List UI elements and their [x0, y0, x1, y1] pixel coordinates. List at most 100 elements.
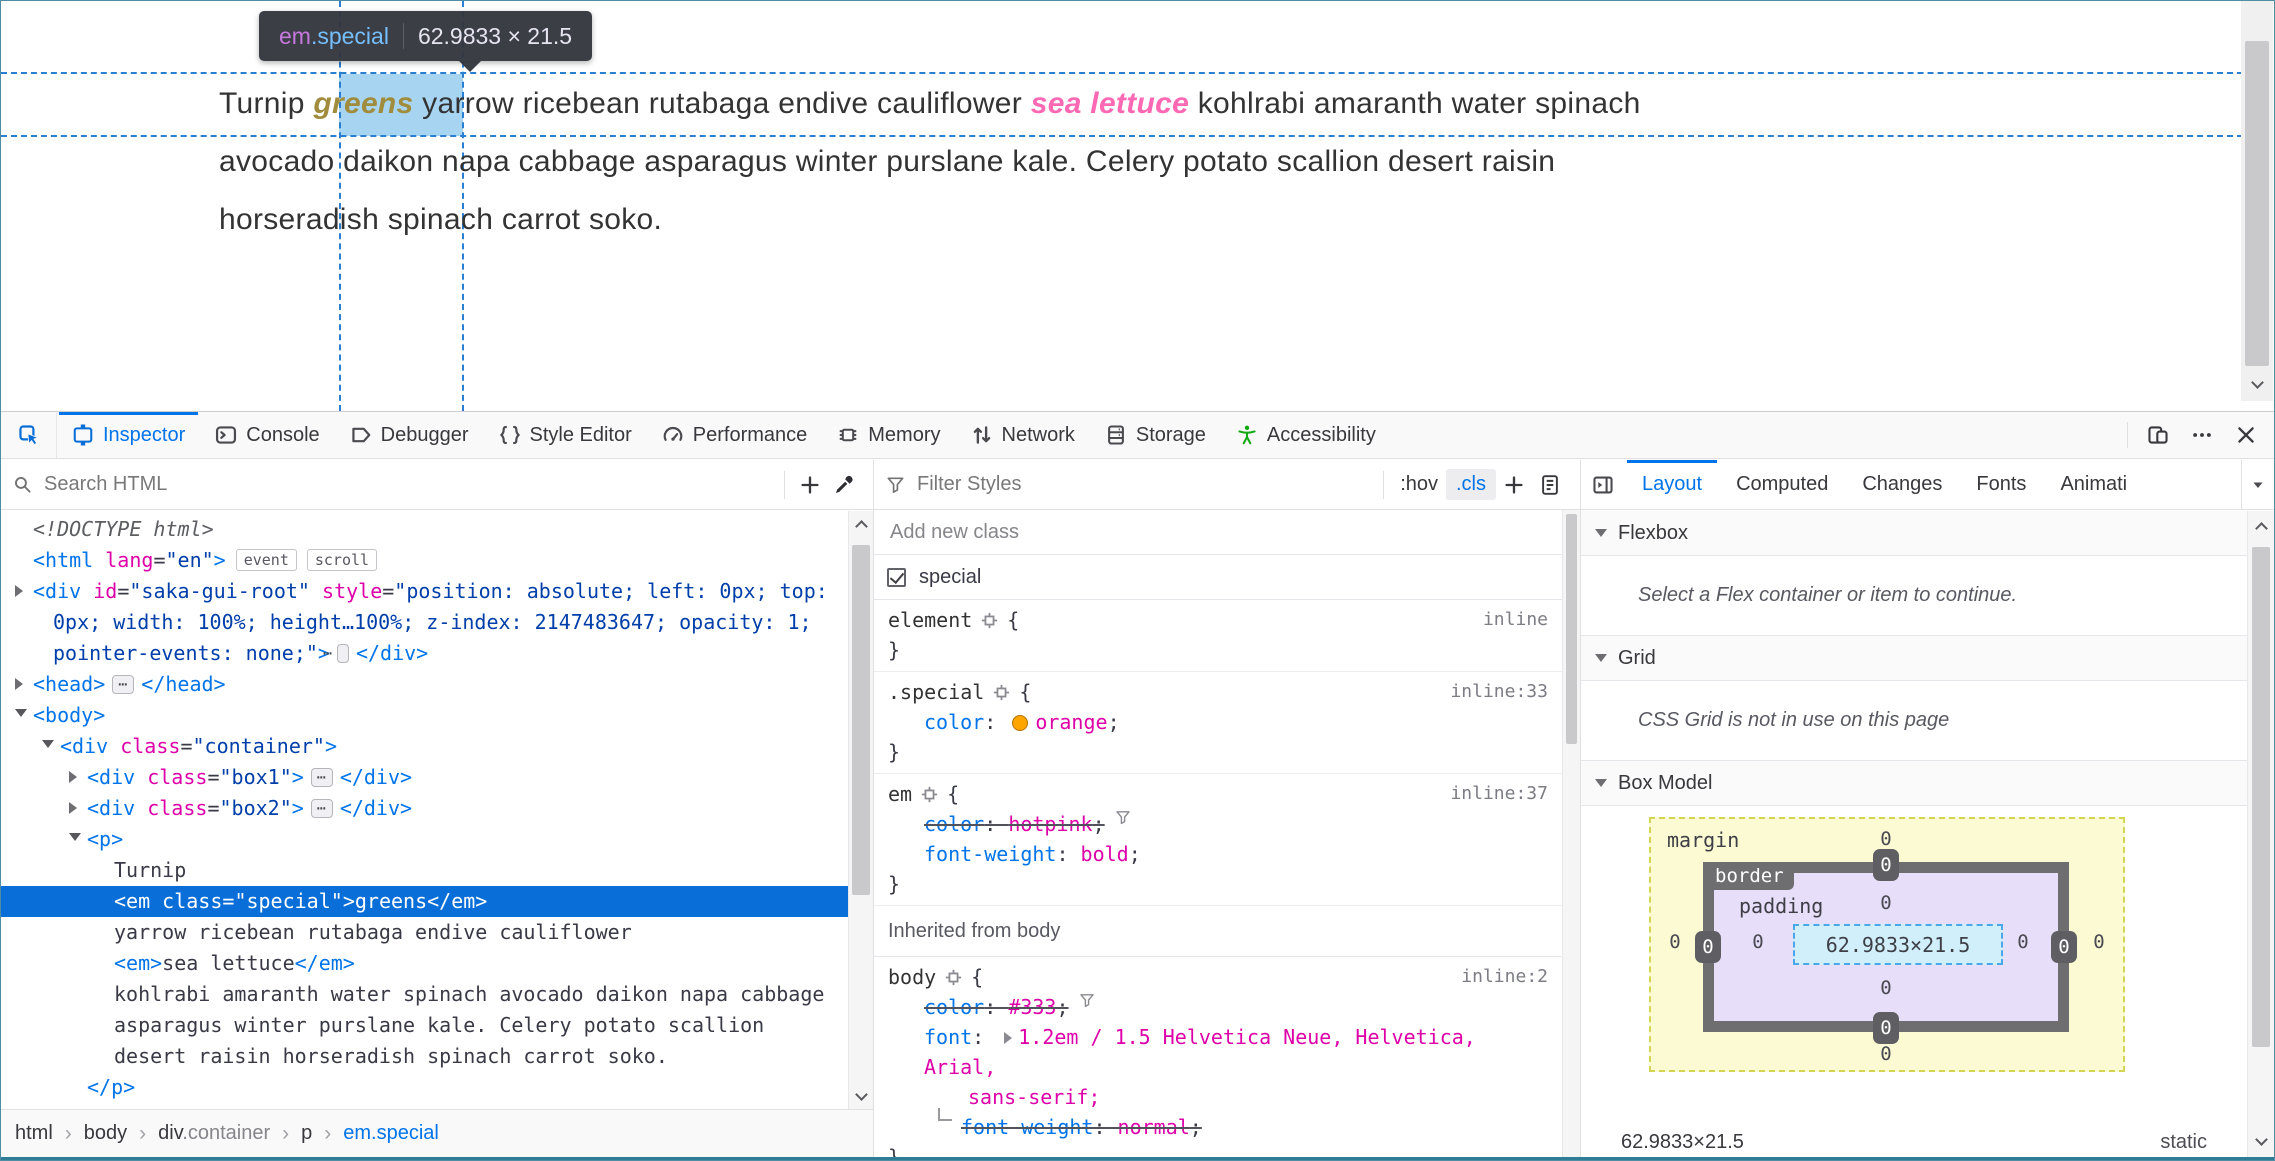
selector-highlighter-icon[interactable] [980, 611, 999, 630]
markup-row[interactable]: <div class="box2"> ⋯ </div> [1, 793, 849, 824]
sidebar-tab-computed[interactable]: Computed [1719, 460, 1845, 509]
page-scrollbar[interactable] [2241, 1, 2273, 401]
collapse-arrow-icon[interactable] [42, 740, 54, 748]
margin-bottom-value[interactable]: 0 [1874, 1043, 1898, 1065]
filter-styles-input[interactable] [915, 472, 1376, 497]
padding-right-value[interactable]: 0 [2011, 931, 2035, 953]
padding-bottom-value[interactable]: 0 [1874, 977, 1898, 999]
sidebar-tab-changes[interactable]: Changes [1845, 460, 1959, 509]
tab-network[interactable]: Network [956, 412, 1090, 458]
markup-scrollbar-thumb[interactable] [852, 545, 870, 895]
collapsed-children-ellipsis[interactable]: ⋯ [323, 644, 349, 663]
border-left-value[interactable]: 0 [1695, 931, 1721, 963]
css-declaration[interactable]: color: hotpink; [874, 809, 1562, 839]
toggle-pseudo-classes-button[interactable]: :hov [1392, 469, 1446, 500]
meatball-menu-icon[interactable] [2182, 415, 2222, 455]
overridden-filter-icon[interactable] [1115, 809, 1131, 825]
padding-left-value[interactable]: 0 [1746, 931, 1770, 953]
markup-row[interactable]: <div id="saka-gui-root" style="position:… [1, 576, 849, 669]
expand-arrow-icon[interactable] [15, 585, 23, 597]
section-header-flexbox[interactable]: Flexbox [1581, 511, 2247, 556]
event-badge[interactable]: scroll [306, 549, 378, 571]
markup-row[interactable]: <p> [1, 824, 849, 855]
rule-source-link[interactable]: inline:37 [1450, 779, 1548, 809]
collapsed-children-ellipsis[interactable]: ⋯ [310, 799, 333, 818]
markup-row[interactable]: </p> [1, 1072, 849, 1103]
sidebar-tab-layout[interactable]: Layout [1625, 460, 1719, 509]
rules-scrollbar-thumb[interactable] [1566, 514, 1577, 744]
overridden-filter-icon[interactable] [1079, 992, 1095, 1008]
sidebar-tab-animati[interactable]: Animati [2043, 460, 2144, 509]
markup-row[interactable]: <body> [1, 700, 849, 731]
markup-scrollbar[interactable] [848, 511, 873, 1109]
css-declaration[interactable]: color: #333; [874, 992, 1562, 1022]
add-rule-button[interactable] [1496, 467, 1532, 503]
markup-row[interactable]: <div class="box1"> ⋯ </div> [1, 762, 849, 793]
markup-row[interactable]: <div class="container"> [1, 731, 849, 762]
markup-row[interactable]: <html lang="en"> event scroll [1, 545, 849, 576]
css-declaration[interactable]: font-weight: normal; [874, 1108, 1562, 1142]
rule-selector-line[interactable]: body {inline:2 [874, 962, 1562, 992]
layout-scrollbar-thumb[interactable] [2252, 547, 2270, 1047]
breadcrumb-item-div[interactable]: div.container [158, 1122, 270, 1145]
expand-arrow-icon[interactable] [15, 678, 23, 690]
page-scrollbar-thumb[interactable] [2245, 41, 2269, 366]
rule-selector-line[interactable]: .special {inline:33 [874, 677, 1562, 707]
selector-highlighter-icon[interactable] [992, 683, 1011, 702]
markup-row[interactable]: kohlrabi amaranth water spinach avocado … [1, 979, 849, 1072]
markup-row[interactable]: yarrow ricebean rutabaga endive cauliflo… [1, 917, 849, 948]
tab-style-editor[interactable]: Style Editor [484, 412, 647, 458]
border-right-value[interactable]: 0 [2051, 931, 2077, 963]
padding-top-value[interactable]: 0 [1874, 892, 1898, 914]
tab-storage[interactable]: Storage [1090, 412, 1221, 458]
markup-row[interactable]: <head> ⋯ </head> [1, 669, 849, 700]
sidebar-tab-fonts[interactable]: Fonts [1959, 460, 2043, 509]
section-header-grid[interactable]: Grid [1581, 636, 2247, 681]
collapsed-children-ellipsis[interactable]: ⋯ [310, 768, 333, 787]
selector-highlighter-icon[interactable] [920, 785, 939, 804]
markup-scrollbar-up-button[interactable] [849, 513, 873, 539]
css-declaration[interactable]: font: 1.2em / 1.5 Helvetica Neue, Helvet… [874, 1022, 1562, 1112]
sidebar-toggle-icon[interactable] [1581, 460, 1625, 509]
class-checkbox[interactable] [887, 567, 906, 587]
breadcrumb-item-body[interactable]: body [84, 1122, 127, 1145]
collapse-arrow-icon[interactable] [15, 709, 27, 717]
tab-memory[interactable]: Memory [822, 412, 955, 458]
layout-scrollbar-up-button[interactable] [2248, 515, 2274, 541]
add-new-class-input[interactable] [888, 520, 1548, 545]
border-top-value[interactable]: 0 [1873, 849, 1899, 881]
tab-console[interactable]: Console [200, 412, 334, 458]
selector-highlighter-icon[interactable] [944, 968, 963, 987]
markup-row[interactable]: <em class="special">greens</em> [1, 886, 849, 917]
breadcrumb-item-html[interactable]: html [15, 1122, 53, 1145]
toggle-classes-button[interactable]: .cls [1446, 469, 1496, 500]
tab-inspector[interactable]: Inspector [57, 412, 200, 458]
margin-left-value[interactable]: 0 [1663, 931, 1687, 953]
section-header-box-model[interactable]: Box Model [1581, 761, 2247, 806]
close-devtools-icon[interactable] [2226, 415, 2266, 455]
tab-accessibility[interactable]: Accessibility [1221, 412, 1391, 458]
css-declaration[interactable]: color: orange; [874, 707, 1562, 737]
markup-row[interactable]: Turnip [1, 855, 849, 886]
markup-row[interactable]: <!DOCTYPE html> [1, 514, 849, 545]
event-badge[interactable]: event [235, 549, 297, 571]
add-node-button[interactable] [793, 468, 827, 502]
rule-source-link[interactable]: inline [1483, 605, 1548, 635]
breadcrumb-item-em-special[interactable]: em.special [343, 1122, 439, 1145]
search-html-input[interactable] [42, 472, 776, 497]
responsive-design-mode-icon[interactable] [2138, 415, 2178, 455]
page-scrollbar-down-button[interactable] [2241, 369, 2273, 395]
layout-scrollbar-down-button[interactable] [2248, 1126, 2274, 1152]
rule-source-link[interactable]: inline:33 [1450, 677, 1548, 707]
print-media-simulation-icon[interactable] [1532, 467, 1568, 503]
expand-shorthand-icon[interactable] [1004, 1032, 1013, 1044]
all-tabs-dropdown-icon[interactable] [2241, 460, 2274, 509]
color-swatch[interactable] [1012, 715, 1029, 731]
margin-right-value[interactable]: 0 [2087, 931, 2111, 953]
box-model-content-box[interactable]: 62.9833×21.5 [1793, 924, 2003, 965]
markup-row[interactable]: <em>sea lettuce</em> [1, 948, 849, 979]
collapse-arrow-icon[interactable] [69, 833, 81, 841]
breadcrumb-item-p[interactable]: p [301, 1122, 312, 1145]
collapsed-children-ellipsis[interactable]: ⋯ [112, 675, 135, 694]
tab-performance[interactable]: Performance [647, 412, 823, 458]
